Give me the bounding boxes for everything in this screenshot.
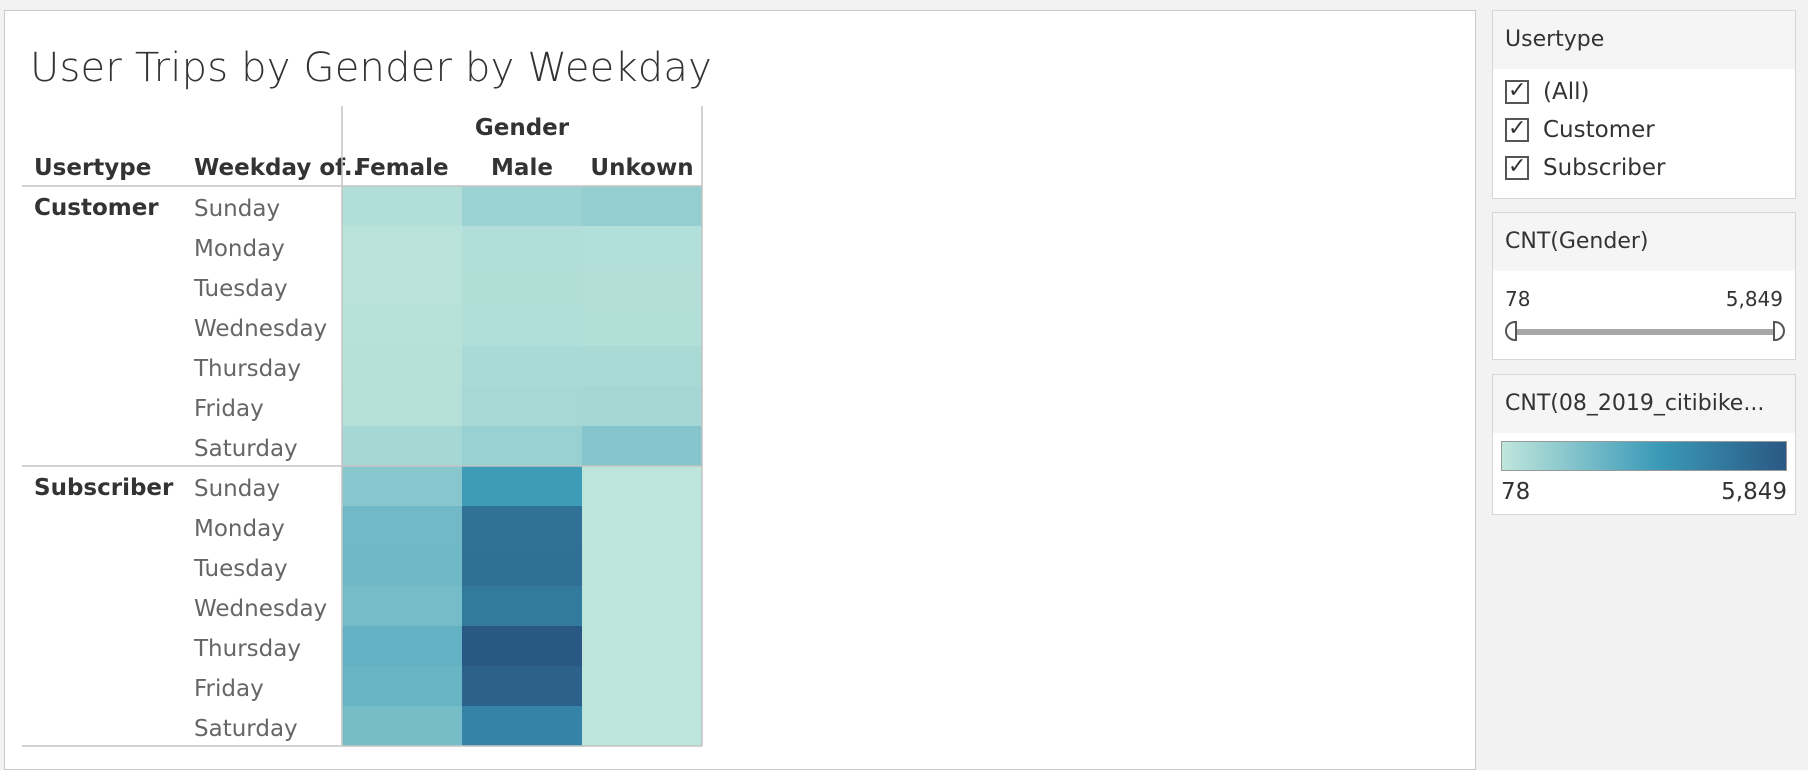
heatmap-cell bbox=[582, 546, 702, 586]
filter-option-label: Customer bbox=[1543, 117, 1655, 143]
heatmap-cell bbox=[462, 506, 582, 546]
weekday-row-label: Wednesday bbox=[194, 596, 327, 622]
heatmap-cell bbox=[582, 506, 702, 546]
heatmap-cell bbox=[342, 306, 462, 346]
range-min-label: 78 bbox=[1505, 287, 1531, 311]
heatmap-cell bbox=[342, 546, 462, 586]
weekday-row-label: Thursday bbox=[193, 636, 301, 662]
heatmap-cell bbox=[462, 226, 582, 266]
header-weekday[interactable]: Weekday of.. bbox=[194, 155, 361, 181]
weekday-row-label: Thursday bbox=[193, 356, 301, 382]
heatmap-cell bbox=[582, 426, 702, 466]
heatmap-cell bbox=[462, 266, 582, 306]
usertype-row-label: Subscriber bbox=[34, 475, 174, 501]
weekday-row-label: Monday bbox=[194, 236, 285, 262]
color-legend-min: 78 bbox=[1501, 479, 1531, 505]
color-legend: CNT(08_2019_citibike... 78 5,849 bbox=[1492, 374, 1796, 515]
heatmap-cell bbox=[582, 186, 702, 226]
heatmap-cell bbox=[342, 666, 462, 706]
filter-option-customer[interactable]: ✓ Customer bbox=[1505, 115, 1655, 145]
weekday-row-label: Monday bbox=[194, 516, 285, 542]
heatmap-cell bbox=[462, 666, 582, 706]
heatmap-cell bbox=[342, 426, 462, 466]
usertype-row-label: Customer bbox=[34, 195, 159, 221]
heatmap-cell bbox=[342, 386, 462, 426]
heatmap-cell bbox=[582, 226, 702, 266]
heatmap-cell bbox=[462, 546, 582, 586]
checkmark-icon: ✓ bbox=[1508, 78, 1527, 103]
heatmap-cell bbox=[582, 346, 702, 386]
cnt-gender-filter-title: CNT(Gender) bbox=[1493, 213, 1795, 271]
heatmap-cell bbox=[342, 706, 462, 746]
filter-option-subscriber[interactable]: ✓ Subscriber bbox=[1505, 153, 1665, 183]
checkbox[interactable]: ✓ bbox=[1505, 154, 1529, 180]
heatmap-cell bbox=[582, 266, 702, 306]
heatmap-cell bbox=[342, 466, 462, 506]
weekday-row-label: Wednesday bbox=[194, 316, 327, 342]
range-slider-max-handle[interactable] bbox=[1773, 321, 1785, 341]
filter-option-all[interactable]: ✓ (All) bbox=[1505, 77, 1589, 107]
usertype-filter: Usertype ✓ (All) ✓ Customer ✓ Subscriber bbox=[1492, 10, 1796, 199]
heatmap-cell bbox=[462, 386, 582, 426]
filter-option-label: (All) bbox=[1543, 79, 1590, 105]
checkbox[interactable]: ✓ bbox=[1505, 78, 1529, 104]
heatmap-cell bbox=[462, 426, 582, 466]
heatmap-cell bbox=[342, 586, 462, 626]
heatmap-cell bbox=[462, 586, 582, 626]
weekday-row-label: Saturday bbox=[194, 716, 298, 742]
checkmark-icon: ✓ bbox=[1508, 116, 1527, 141]
heatmap-cell bbox=[582, 706, 702, 746]
heatmap-cell bbox=[462, 466, 582, 506]
heatmap: Gender Usertype Weekday of.. Female Male… bbox=[22, 106, 703, 747]
range-max-label: 5,849 bbox=[1725, 287, 1783, 311]
heatmap-cell bbox=[462, 626, 582, 666]
heatmap-cell bbox=[462, 186, 582, 226]
heatmap-cell bbox=[462, 306, 582, 346]
color-gradient-bar bbox=[1501, 441, 1787, 471]
weekday-row-label: Tuesday bbox=[193, 556, 288, 582]
checkmark-icon: ✓ bbox=[1508, 154, 1527, 179]
weekday-row-label: Friday bbox=[194, 676, 264, 702]
heatmap-cell bbox=[462, 346, 582, 386]
weekday-row-label: Sunday bbox=[194, 196, 280, 222]
weekday-row-label: Friday bbox=[194, 396, 264, 422]
usertype-filter-title: Usertype bbox=[1493, 11, 1795, 69]
weekday-row-label: Tuesday bbox=[193, 276, 288, 302]
color-legend-max: 5,849 bbox=[1721, 479, 1787, 505]
checkbox[interactable]: ✓ bbox=[1505, 116, 1529, 142]
heatmap-cell bbox=[582, 386, 702, 426]
range-slider-track[interactable] bbox=[1509, 329, 1777, 335]
column-header-unknown: Unkown bbox=[590, 155, 693, 181]
heatmap-cell bbox=[342, 346, 462, 386]
heatmap-cell bbox=[582, 586, 702, 626]
heatmap-cell bbox=[582, 626, 702, 666]
heatmap-cell bbox=[462, 706, 582, 746]
heatmap-cell bbox=[342, 186, 462, 226]
weekday-row-label: Sunday bbox=[194, 476, 280, 502]
header-usertype: Usertype bbox=[34, 155, 151, 181]
filter-option-label: Subscriber bbox=[1543, 155, 1666, 181]
header-gender: Gender bbox=[475, 115, 570, 141]
color-legend-title: CNT(08_2019_citibike... bbox=[1493, 375, 1795, 433]
range-slider-min-handle[interactable] bbox=[1505, 321, 1517, 341]
heatmap-cell bbox=[582, 666, 702, 706]
heatmap-cell bbox=[582, 466, 702, 506]
heatmap-cell bbox=[582, 306, 702, 346]
column-header-female: Female bbox=[355, 155, 448, 181]
heatmap-cell bbox=[342, 226, 462, 266]
cnt-gender-filter: CNT(Gender) 78 5,849 bbox=[1492, 212, 1796, 360]
column-header-male: Male bbox=[491, 155, 553, 181]
weekday-row-label: Saturday bbox=[194, 436, 298, 462]
heatmap-cell bbox=[342, 266, 462, 306]
heatmap-cell bbox=[342, 506, 462, 546]
heatmap-cell bbox=[342, 626, 462, 666]
